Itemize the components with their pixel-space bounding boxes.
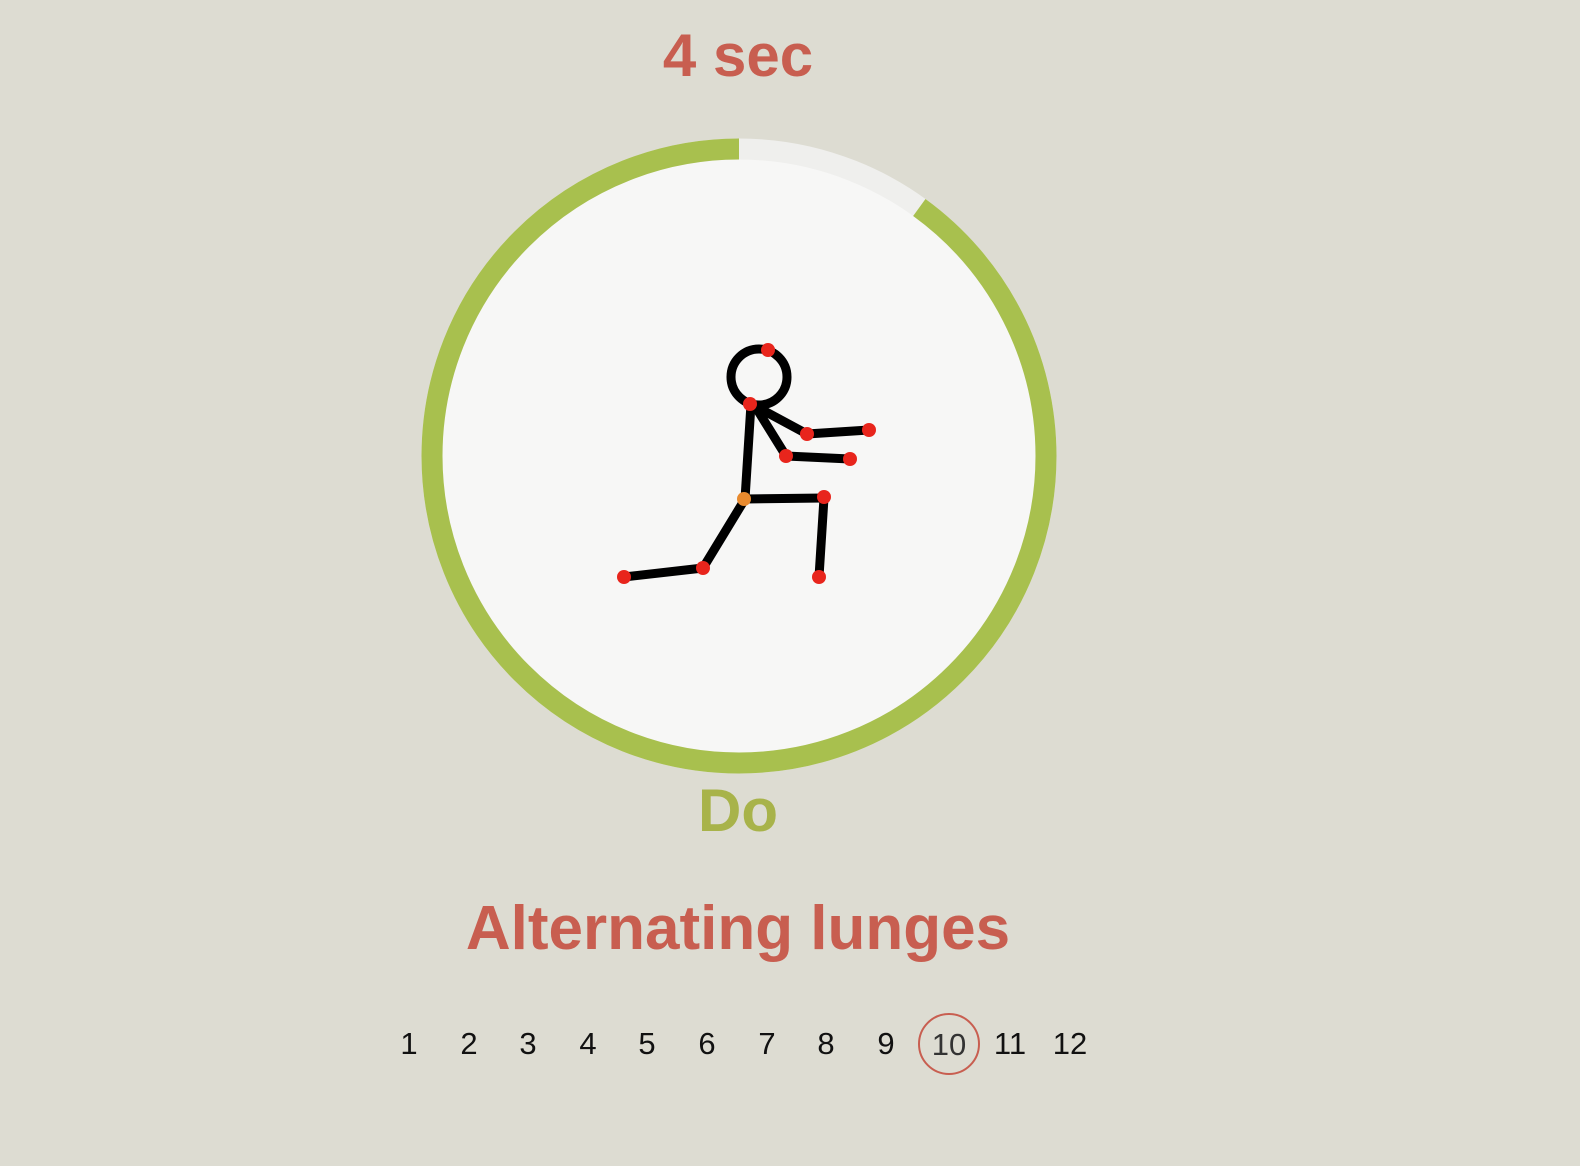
joint-elbow-back [779, 449, 793, 463]
page-5[interactable]: 5 [617, 1012, 677, 1076]
page-10[interactable]: 10 [918, 1013, 980, 1075]
page-4[interactable]: 4 [558, 1012, 618, 1076]
figure-forearm-front [802, 425, 874, 439]
joint-knee-front [817, 490, 831, 504]
joint-knee-back [696, 561, 710, 575]
page-6[interactable]: 6 [677, 1012, 737, 1076]
joint-foot-back [617, 570, 631, 584]
joint-hand-front [862, 423, 876, 437]
exercise-pager: 1 2 3 4 5 6 7 8 9 10 11 12 [0, 1012, 1476, 1076]
figure-shin-front [814, 493, 829, 582]
figure-forearm-back [781, 451, 855, 464]
page-7[interactable]: 7 [737, 1012, 797, 1076]
page-9[interactable]: 9 [856, 1012, 916, 1076]
page-3[interactable]: 3 [498, 1012, 558, 1076]
page-1[interactable]: 1 [379, 1012, 439, 1076]
figure-thigh-front [740, 493, 829, 504]
joint-elbow-front [800, 427, 814, 441]
countdown-timer: 4 sec [662, 22, 814, 89]
progress-ring-svg [421, 138, 1057, 774]
page-8[interactable]: 8 [796, 1012, 856, 1076]
joint-hip [737, 492, 751, 506]
figure-torso [740, 399, 756, 504]
joint-foot-front [812, 570, 826, 584]
joint-neck [743, 397, 757, 411]
page-12[interactable]: 12 [1040, 1012, 1100, 1076]
progress-ring [421, 138, 1057, 774]
exercise-title: Alternating lunges [465, 894, 1011, 963]
page-11[interactable]: 11 [980, 1012, 1040, 1076]
joint-hand-back [843, 452, 857, 466]
joint-head-top [761, 343, 775, 357]
phase-label: Do [698, 777, 778, 844]
workout-timer-screen: 4 sec Do Alternating lunges 1 2 3 4 5 6 … [0, 0, 1580, 1166]
page-2[interactable]: 2 [439, 1012, 499, 1076]
